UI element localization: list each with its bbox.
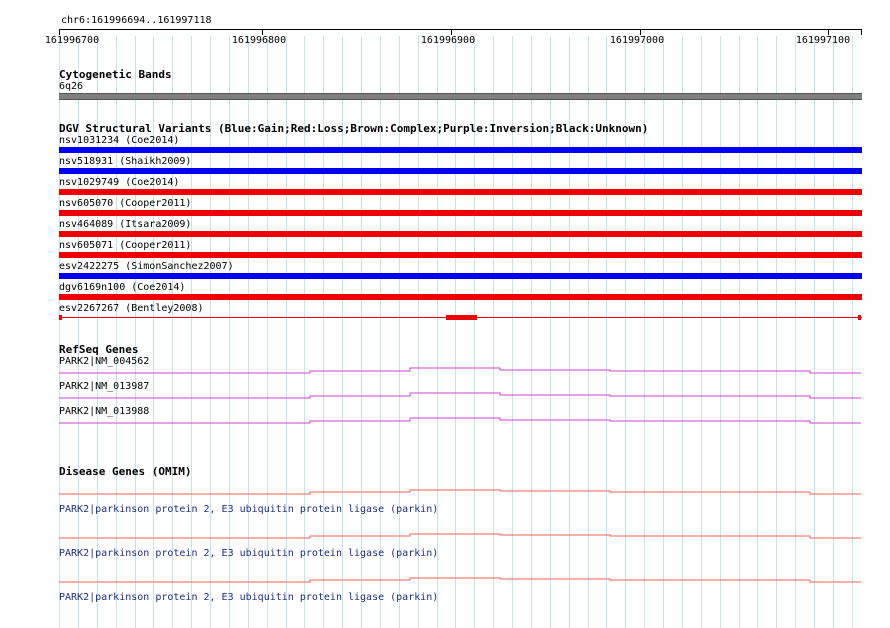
omim-track-title: Disease Genes (OMIM) — [59, 465, 192, 478]
refseq-gene-model — [59, 417, 861, 424]
omim-gene-label[interactable]: PARK2|parkinson protein 2, E3 ubiquitin … — [59, 504, 438, 516]
omim-gene-model — [59, 577, 861, 583]
omim-gene-label[interactable]: PARK2|parkinson protein 2, E3 ubiquitin … — [59, 592, 438, 604]
refseq-gene-model — [59, 367, 861, 374]
genome-browser-panel: chr6:161996694..161997118 161996700 1619… — [0, 0, 890, 628]
refseq-gene-model — [59, 392, 861, 399]
omim-gene-model — [59, 489, 861, 495]
omim-gene-label[interactable]: PARK2|parkinson protein 2, E3 ubiquitin … — [59, 548, 438, 560]
gene-model-lines — [59, 367, 861, 583]
omim-gene-model — [59, 533, 861, 539]
